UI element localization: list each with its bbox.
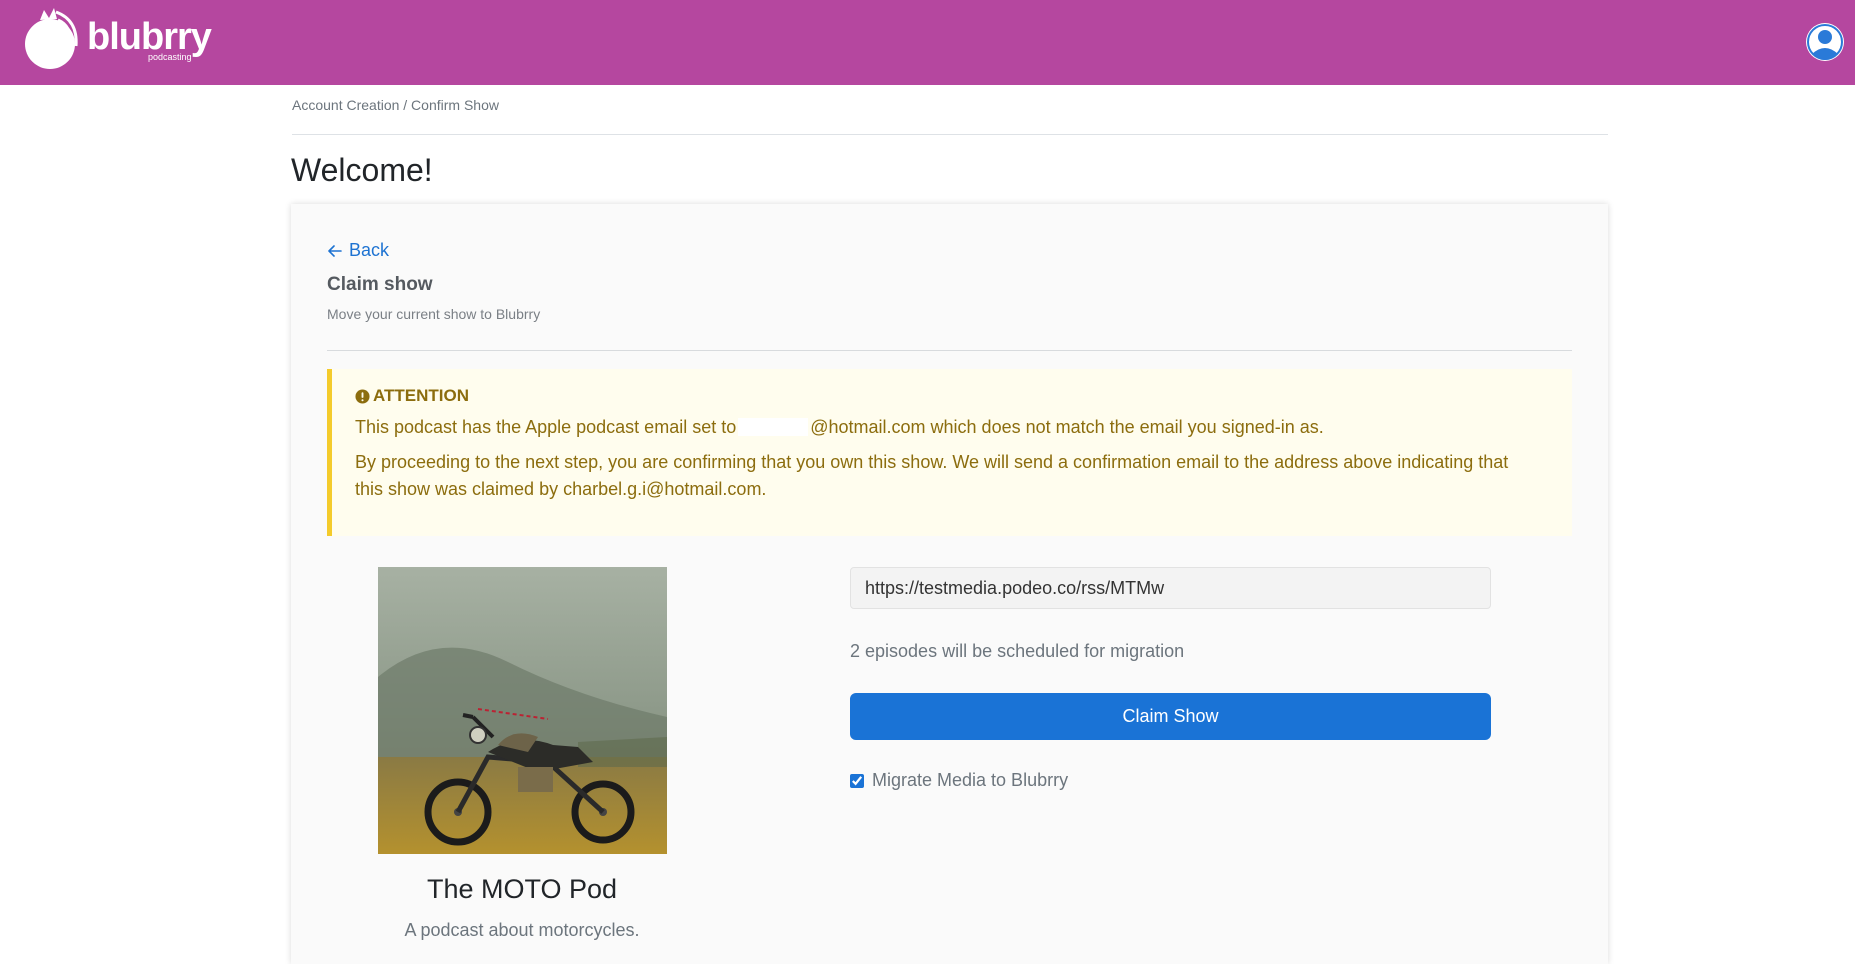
claim-show-card: Back Claim show Move your current show t… — [291, 204, 1608, 964]
back-link[interactable]: Back — [327, 240, 389, 261]
rss-feed-input[interactable] — [850, 567, 1491, 609]
alert-heading: ATTENTION — [355, 386, 1549, 406]
alert-confirmation-text: By proceeding to the next step, you are … — [355, 452, 1509, 499]
alert-email-mismatch: This podcast has the Apple podcast email… — [355, 415, 1549, 439]
alert-line1-prefix: This podcast has the Apple podcast email… — [355, 417, 737, 437]
blubrry-logo-icon — [25, 8, 78, 69]
back-label: Back — [349, 240, 390, 260]
logo-tagline: podcasting — [148, 52, 192, 62]
alert-line1-suffix: @hotmail.com which does not match the em… — [810, 417, 1324, 437]
arrow-left-icon — [328, 244, 342, 257]
show-description: A podcast about motorcycles. — [404, 920, 640, 940]
claim-show-title: Claim show — [327, 274, 433, 295]
attention-alert: ATTENTION This podcast has the Apple pod… — [327, 369, 1572, 536]
claim-show-subtitle: Move your current show to Blubrry — [327, 306, 541, 322]
show-title: The MOTO Pod — [426, 874, 618, 904]
claim-show-button[interactable]: Claim Show — [850, 693, 1491, 740]
exclamation-circle-icon — [355, 388, 370, 404]
top-navbar: blubrry podcasting — [0, 0, 1855, 85]
blubrry-logo[interactable]: blubrry podcasting — [22, 6, 222, 72]
breadcrumb-divider — [292, 134, 1608, 135]
card-divider — [327, 350, 1572, 351]
show-cover-image — [378, 567, 667, 854]
redacted-email-block — [738, 418, 809, 436]
migrate-media-label: Migrate Media to Blubrry — [872, 770, 1069, 790]
user-avatar-icon[interactable] — [1805, 22, 1845, 62]
migrate-media-option[interactable]: Migrate Media to Blubrry — [850, 770, 1068, 791]
migrate-media-checkbox[interactable] — [850, 773, 864, 788]
page-title: Welcome! — [291, 152, 433, 188]
breadcrumb: Account Creation / Confirm Show — [292, 97, 499, 113]
alert-heading-text: ATTENTION — [373, 386, 470, 405]
episodes-migration-text: 2 episodes will be scheduled for migrati… — [850, 641, 1185, 661]
